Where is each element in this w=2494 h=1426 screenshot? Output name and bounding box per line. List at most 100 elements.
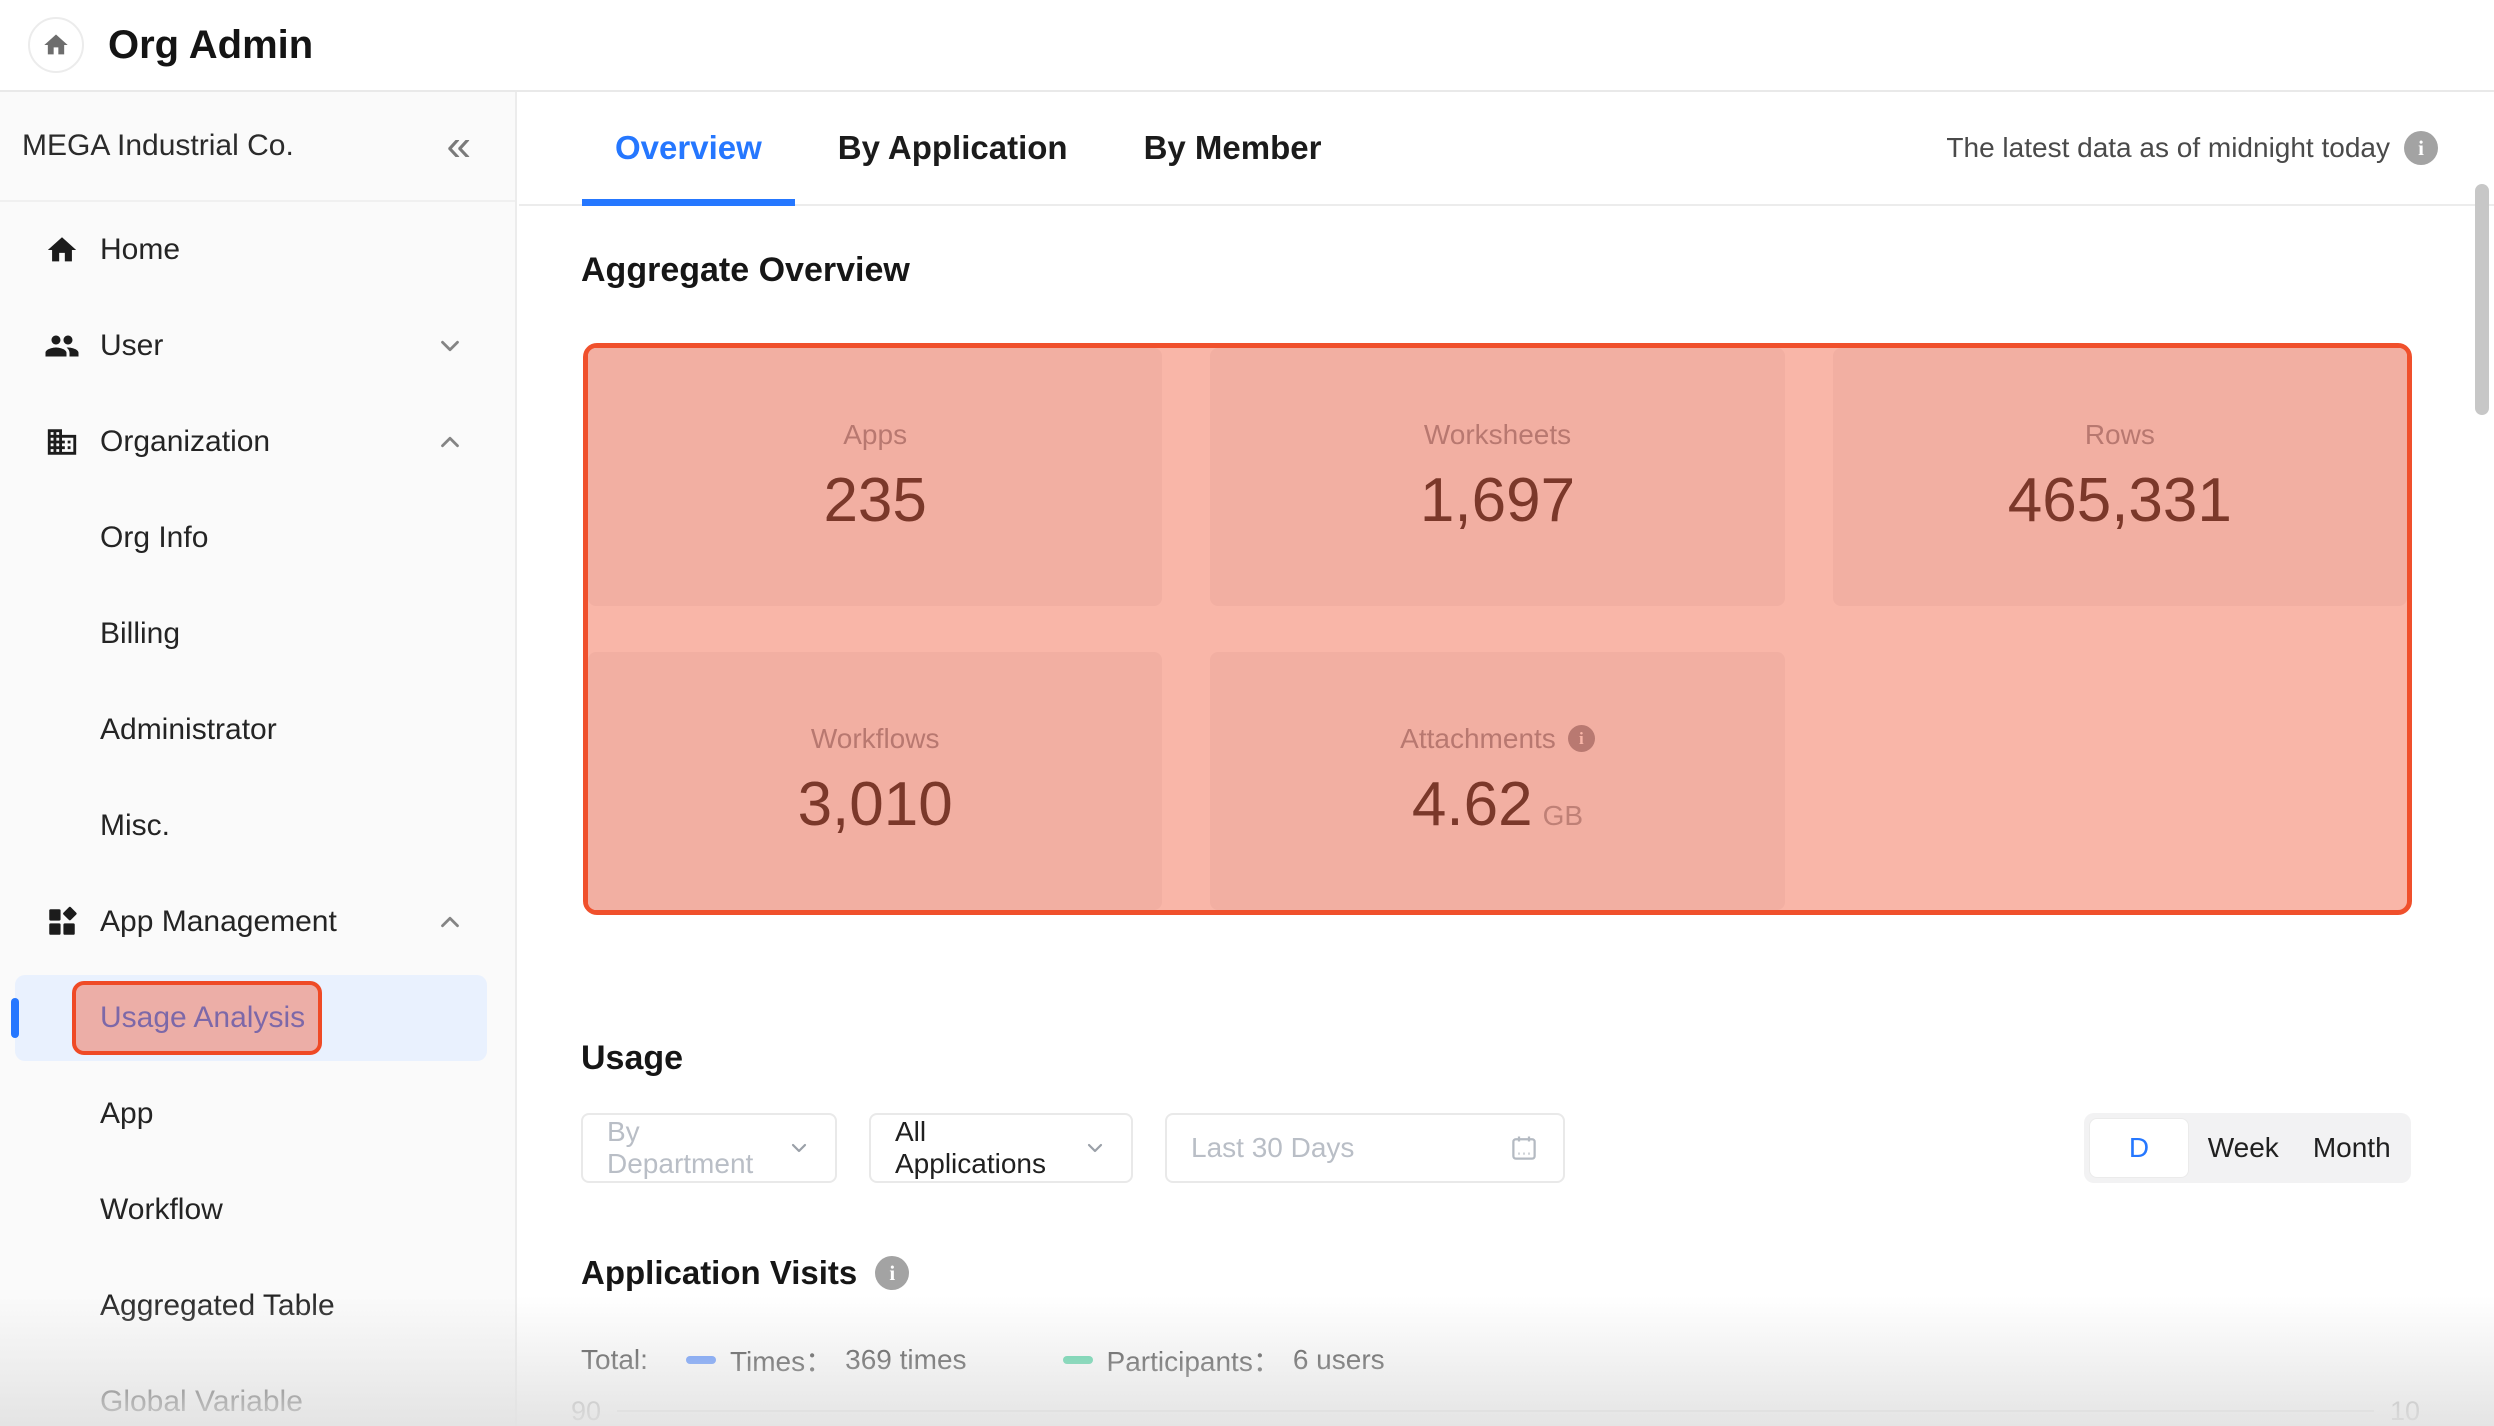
chevron-up-icon[interactable] [435,907,465,937]
participants-series-dash [1063,1356,1093,1364]
sidebar-item-home[interactable]: Home [0,202,515,298]
chart-axis-strip: 90 10 [571,1394,2420,1426]
home-button[interactable] [28,17,84,73]
org-admin-window: Org Admin MEGA Industrial Co. « Home Use… [0,0,2494,1426]
aggregate-overview-heading: Aggregate Overview [581,250,910,290]
usage-heading: Usage [581,1038,683,1078]
sidebar: MEGA Industrial Co. « Home User Organiza… [0,92,517,1426]
stat-value: 465,331 [2008,465,2232,536]
sidebar-item-label: App Management [100,905,337,939]
sidebar-item-workflow[interactable]: Workflow [0,1162,515,1258]
stat-card-attachments: Attachments i 4.62 GB [1210,652,1784,910]
period-option-week[interactable]: Week [2189,1118,2298,1178]
stat-label: Attachments [1400,723,1556,755]
stat-label: Worksheets [1424,419,1571,451]
sidebar-item-administrator[interactable]: Administrator [0,682,515,778]
stat-card-workflows: Workflows 3,010 [588,652,1162,910]
stat-label-row: Attachments i [1400,723,1595,755]
stat-label: Workflows [811,723,940,755]
participants-value: 6 users [1293,1344,1385,1376]
legend-item-times: Times： 369 times [686,1340,967,1380]
vertical-scrollbar[interactable] [2475,184,2489,415]
tab-by-member[interactable]: By Member [1144,92,1322,204]
stat-card-apps: Apps 235 [588,348,1162,606]
sidebar-item-misc[interactable]: Misc. [0,778,515,874]
sidebar-item-label: Billing [100,617,180,651]
sidebar-item-label: User [100,329,163,363]
application-visits-heading-row: Application Visits i [581,1253,909,1293]
sidebar-header: MEGA Industrial Co. « [0,92,515,202]
stat-value: 3,010 [798,769,953,840]
sidebar-item-app[interactable]: App [0,1066,515,1162]
sidebar-collapse-icon[interactable]: « [447,124,471,168]
date-range-filter[interactable]: Last 30 Days [1165,1113,1565,1183]
sidebar-item-usage-analysis[interactable]: Usage Analysis [0,970,515,1066]
sidebar-item-label: Organization [100,425,270,459]
calendar-icon [1509,1133,1539,1163]
chevron-down-icon [787,1136,811,1160]
application-filter-value: All Applications [895,1116,1083,1180]
stat-value: 1,697 [1420,465,1575,536]
empty-grid-cell [1833,652,2407,910]
users-icon [40,324,84,368]
sidebar-item-app-management[interactable]: App Management [0,874,515,970]
sidebar-item-organization[interactable]: Organization [0,394,515,490]
legend-total-label: Total: [581,1344,648,1376]
participants-label: Participants： [1107,1340,1281,1380]
chevron-up-icon[interactable] [435,427,465,457]
sidebar-item-user[interactable]: User [0,298,515,394]
period-toggle: D Week Month [2084,1113,2411,1183]
tab-by-application[interactable]: By Application [838,92,1068,204]
active-item-indicator [11,998,19,1038]
main-content: Overview By Application By Member The la… [519,92,2494,1426]
chevron-down-icon [1083,1136,1107,1160]
application-visits-heading: Application Visits [581,1253,857,1293]
axis-label-left: 90 [571,1396,601,1426]
period-option-month[interactable]: Month [2298,1118,2407,1178]
date-range-value: Last 30 Days [1191,1132,1354,1164]
times-label: Times： [730,1340,833,1380]
stats-panel-highlight-overlay: Apps 235 Worksheets 1,697 Rows 465,331 W… [583,343,2412,915]
sidebar-item-label: Aggregated Table [100,1289,335,1323]
data-freshness-text: The latest data as of midnight today [1946,132,2390,164]
stat-unit: GB [1543,800,1583,832]
stat-value: 235 [823,465,926,536]
application-filter-dropdown[interactable]: All Applications [869,1113,1133,1183]
chart-gridline [617,1410,2374,1412]
sidebar-item-label: Usage Analysis [100,1001,305,1035]
info-icon[interactable]: i [2404,131,2438,165]
department-filter-dropdown[interactable]: By Department [581,1113,837,1183]
sidebar-item-label: Administrator [100,713,277,747]
stat-value-row: 4.62 GB [1412,769,1583,840]
chart-legend: Total: Times： 369 times Participants： 6 … [581,1340,1385,1380]
stat-value: 4.62 [1412,769,1533,840]
sidebar-item-label: Home [100,233,180,267]
department-filter-value: By Department [607,1116,787,1180]
tab-bar: Overview By Application By Member The la… [519,92,2494,206]
chevron-down-icon[interactable] [435,331,465,361]
stats-grid: Apps 235 Worksheets 1,697 Rows 465,331 W… [588,348,2407,910]
sidebar-item-label: Global Variable [100,1385,303,1419]
data-freshness-note: The latest data as of midnight today i [1946,131,2494,165]
org-name: MEGA Industrial Co. [22,129,447,163]
tab-overview[interactable]: Overview [615,92,762,204]
sidebar-item-aggregated-table[interactable]: Aggregated Table [0,1258,515,1354]
stat-card-rows: Rows 465,331 [1833,348,2407,606]
sidebar-item-global-variable[interactable]: Global Variable [0,1354,515,1426]
sidebar-item-label: Org Info [100,521,208,555]
period-option-day[interactable]: D [2089,1118,2189,1178]
axis-label-right: 10 [2390,1396,2420,1426]
building-icon [40,420,84,464]
stat-card-worksheets: Worksheets 1,697 [1210,348,1784,606]
info-icon[interactable]: i [875,1256,909,1290]
info-icon[interactable]: i [1568,725,1595,752]
sidebar-item-org-info[interactable]: Org Info [0,490,515,586]
times-series-dash [686,1356,716,1364]
sidebar-item-label: App [100,1097,153,1131]
sidebar-item-billing[interactable]: Billing [0,586,515,682]
page-title: Org Admin [108,23,313,68]
times-value: 369 times [845,1344,966,1376]
stat-label: Rows [2085,419,2155,451]
apps-icon [40,900,84,944]
sidebar-item-label: Workflow [100,1193,223,1227]
